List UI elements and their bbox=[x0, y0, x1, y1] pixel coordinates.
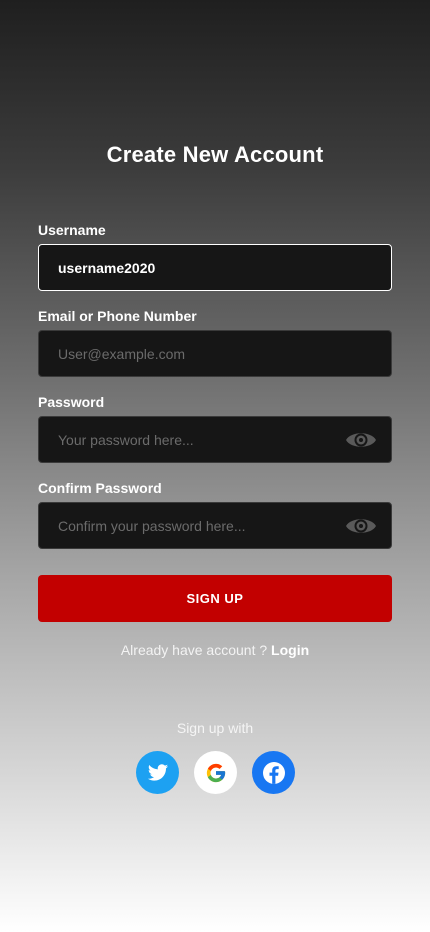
facebook-button[interactable] bbox=[252, 751, 295, 794]
password-label: Password bbox=[38, 394, 105, 410]
eye-icon[interactable] bbox=[345, 429, 377, 451]
login-link[interactable]: Login bbox=[271, 642, 309, 658]
eye-icon[interactable] bbox=[345, 515, 377, 537]
password-input[interactable] bbox=[58, 417, 328, 462]
username-input[interactable] bbox=[58, 245, 328, 290]
login-row: Already have account ? Login bbox=[0, 642, 430, 658]
google-button[interactable] bbox=[194, 751, 237, 794]
email-input[interactable] bbox=[58, 331, 328, 376]
facebook-icon bbox=[262, 761, 285, 784]
login-prompt: Already have account ? bbox=[120, 642, 268, 658]
page-title: Create New Account bbox=[106, 142, 324, 167]
confirm-password-label: Confirm Password bbox=[38, 480, 162, 496]
email-field[interactable] bbox=[38, 330, 392, 377]
signup-screen: Create New Account Username Email or Pho… bbox=[0, 0, 430, 932]
twitter-icon bbox=[147, 763, 168, 781]
confirm-password-field[interactable] bbox=[38, 502, 392, 549]
twitter-button[interactable] bbox=[136, 751, 179, 794]
password-field[interactable] bbox=[38, 416, 392, 463]
signup-with-label: Sign up with bbox=[176, 720, 254, 736]
username-label: Username bbox=[38, 222, 106, 238]
google-icon bbox=[206, 763, 225, 782]
signup-button[interactable]: SIGN UP bbox=[38, 575, 392, 622]
confirm-password-input[interactable] bbox=[58, 503, 328, 548]
username-field[interactable] bbox=[38, 244, 392, 291]
email-label: Email or Phone Number bbox=[38, 308, 197, 324]
